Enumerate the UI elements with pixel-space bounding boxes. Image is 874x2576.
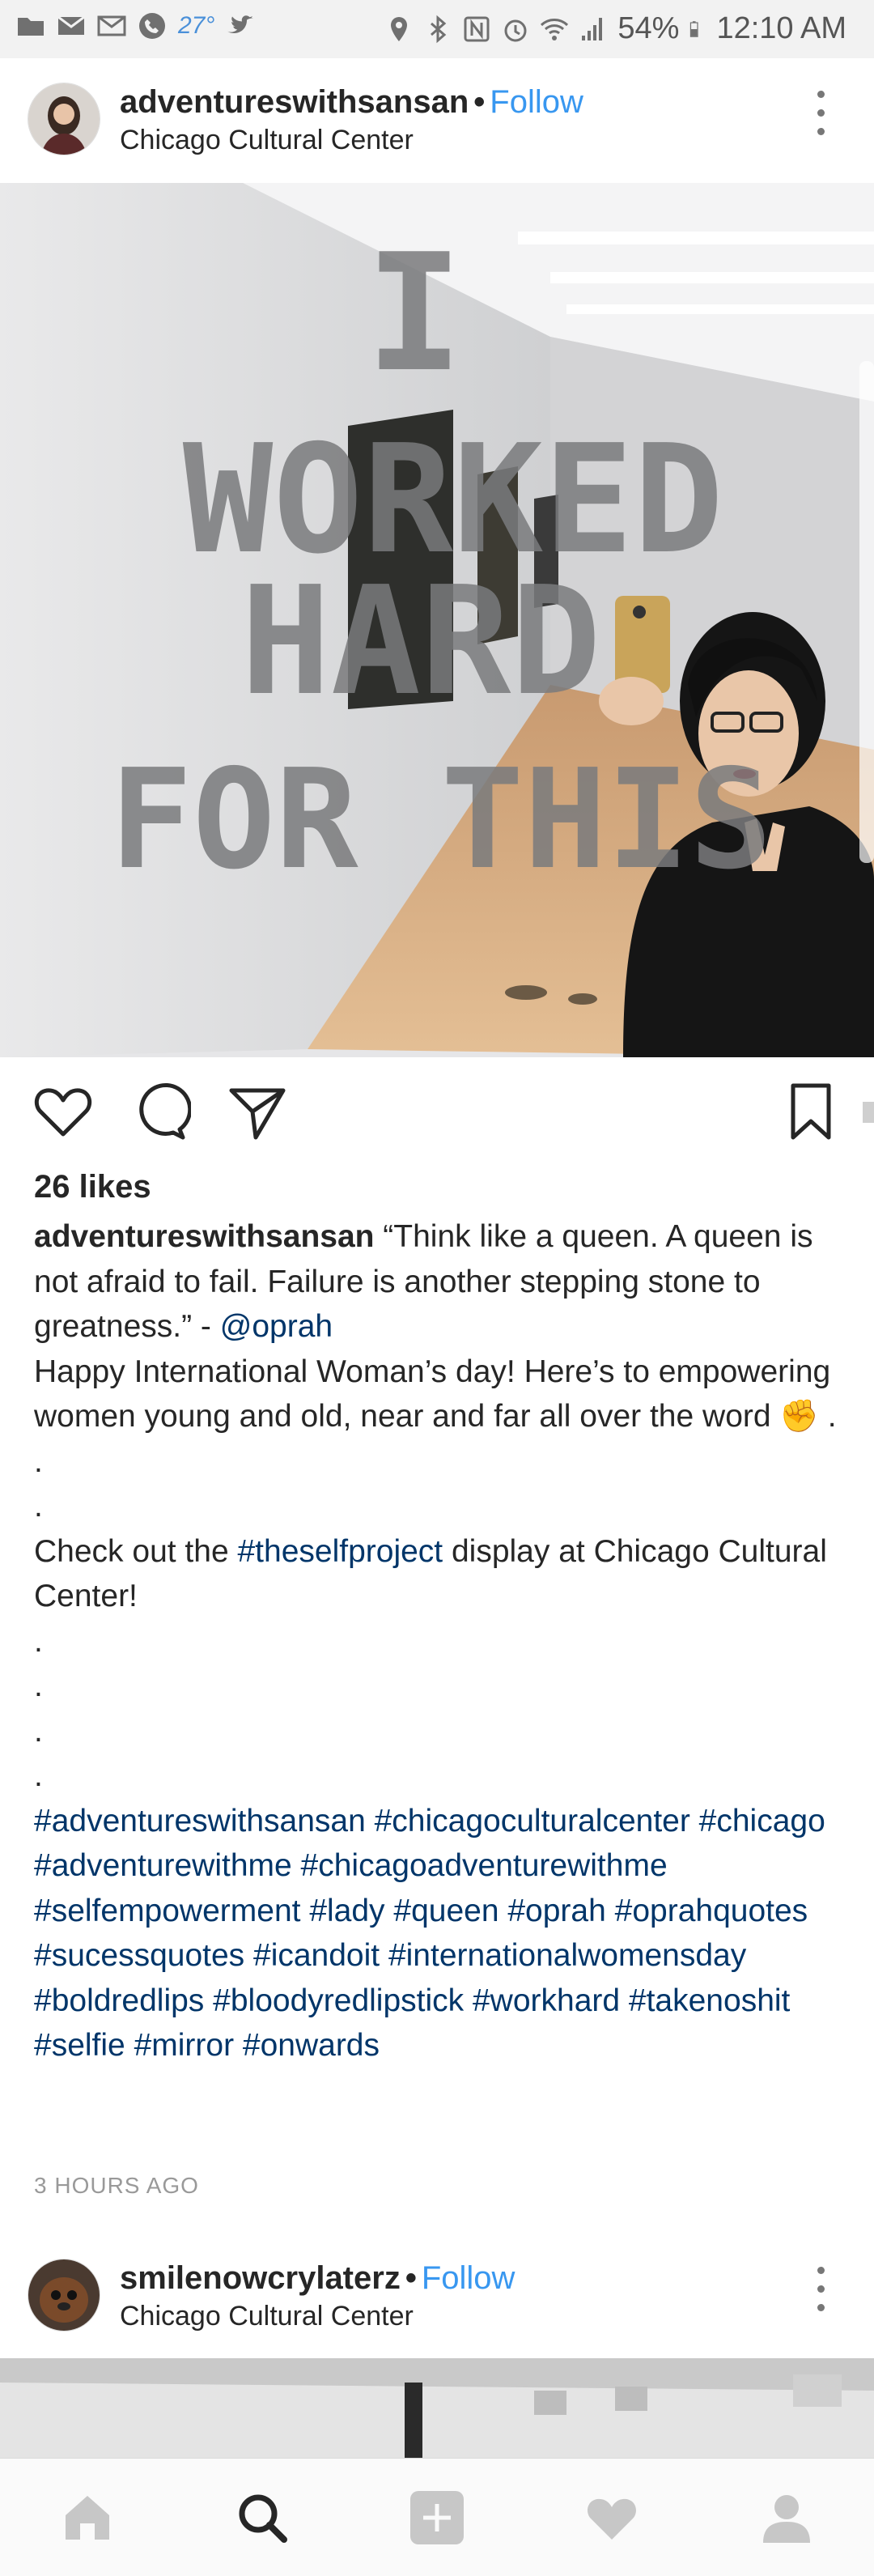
bottom-navigation <box>0 2458 874 2576</box>
post-caption: adventureswithsansan “Think like a queen… <box>34 1214 843 2068</box>
avatar[interactable] <box>28 2259 100 2332</box>
nfc-icon <box>464 16 490 41</box>
caption-dot: . <box>34 1713 43 1749</box>
hashtag-link[interactable]: #theselfproject <box>237 1534 443 1569</box>
carousel-indicator <box>863 1102 874 1123</box>
caption-username[interactable]: adventureswithsansan <box>34 1219 374 1254</box>
caption-dot: . <box>34 1623 43 1659</box>
status-bar: 27° 54% 12:10 AM <box>0 0 874 58</box>
post-photo[interactable] <box>0 2358 874 2463</box>
caption-dot: . <box>34 1758 43 1793</box>
mention-link[interactable]: @oprah <box>220 1309 333 1344</box>
temperature: 27° <box>178 12 215 39</box>
photo-text-line-1: I <box>366 219 463 408</box>
post-header: adventureswithsansan • Follow Chicago Cult… <box>0 58 874 180</box>
likes-count[interactable]: 26 likes <box>34 1169 151 1205</box>
battery-percent: 54% <box>617 11 680 45</box>
post-username[interactable]: smilenowcrylaterz <box>120 2260 401 2296</box>
caption-dot: . <box>34 1443 43 1479</box>
post-location[interactable]: Chicago Cultural Center <box>120 125 414 156</box>
phone-icon <box>139 13 165 39</box>
nav-activity[interactable] <box>524 2459 699 2576</box>
caption-check-prefix: Check out the <box>34 1533 238 1569</box>
search-icon <box>239 2494 287 2543</box>
wifi-icon <box>541 18 569 40</box>
photo-text-line-3: HARD <box>240 554 601 729</box>
hashtag-list[interactable]: #adventureswithsansan #chicagoculturalce… <box>34 1799 843 2068</box>
more-options-icon[interactable] <box>814 2267 827 2319</box>
post-location[interactable]: Chicago Cultural Center <box>120 2301 414 2332</box>
more-options-icon[interactable] <box>814 91 827 142</box>
caption-dot: . <box>34 1489 43 1524</box>
post-photo[interactable]: I WORKED HARD FOR THIS <box>0 183 874 1057</box>
twitter-icon <box>227 15 254 34</box>
location-icon <box>391 16 408 41</box>
share-icon[interactable] <box>227 1081 288 1142</box>
nav-add[interactable] <box>350 2459 524 2576</box>
add-icon <box>410 2490 464 2544</box>
caption-dot: . <box>34 1668 43 1703</box>
mail-icon <box>97 15 126 36</box>
photo-text-line-4: FOR THIS <box>110 740 773 900</box>
battery-icon <box>690 20 699 37</box>
nav-search[interactable] <box>175 2459 350 2576</box>
heart-icon <box>588 2498 636 2540</box>
post-header: smilenowcrylaterz • Follow Chicago Cultura… <box>0 2234 874 2356</box>
folder-icon <box>18 18 44 36</box>
comment-icon[interactable] <box>129 1081 191 1142</box>
like-icon[interactable] <box>32 1081 94 1142</box>
follow-button[interactable]: Follow <box>422 2260 515 2296</box>
separator-dot: • <box>405 2260 417 2296</box>
post-actions <box>0 1081 874 1146</box>
gmail-icon <box>57 15 85 35</box>
nav-home[interactable] <box>0 2459 175 2576</box>
profile-icon <box>763 2494 810 2543</box>
nav-profile[interactable] <box>699 2459 874 2576</box>
post-username[interactable]: adventureswithsansan <box>120 84 469 120</box>
separator-dot: • <box>473 84 486 120</box>
bluetooth-icon <box>431 15 447 43</box>
save-icon[interactable] <box>780 1081 842 1142</box>
caption-message: Happy International Woman’s day! Here’s … <box>34 1354 837 1435</box>
signal-icon <box>582 17 603 40</box>
post-timestamp: 3 HOURS AGO <box>34 2173 199 2198</box>
alarm-icon <box>504 19 527 41</box>
clock: 12:10 AM <box>716 11 846 45</box>
home-icon <box>66 2495 109 2540</box>
avatar[interactable] <box>28 83 100 155</box>
follow-button[interactable]: Follow <box>490 84 583 120</box>
